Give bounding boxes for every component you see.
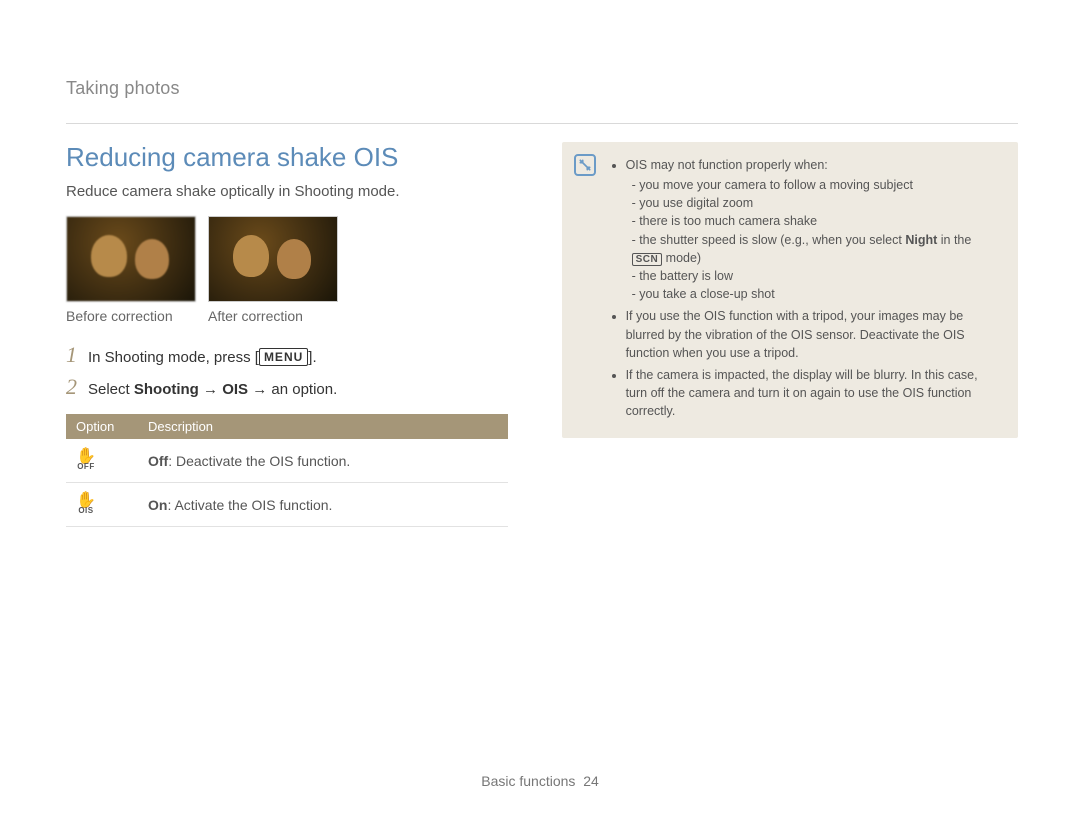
note-item: If you use the OIS function with a tripo… xyxy=(626,307,1002,361)
note-item: If the camera is impacted, the display w… xyxy=(626,366,1002,420)
step-1: 1 In Shooting mode, press [MENU]. xyxy=(66,342,508,368)
note-subitem: there is too much camera shake xyxy=(632,212,1002,230)
note-icon xyxy=(574,154,596,176)
option-desc: Off: Deactivate the OIS function. xyxy=(138,439,508,483)
table-row: ✋OFF Off: Deactivate the OIS function. xyxy=(66,439,508,483)
scn-key-icon: SCN xyxy=(632,253,663,266)
step-number: 2 xyxy=(66,374,88,400)
breadcrumb: Taking photos xyxy=(66,78,1018,99)
manual-page: Taking photos Reducing camera shake OIS … xyxy=(0,0,1080,815)
col-option: Option xyxy=(66,414,138,439)
divider xyxy=(66,123,1018,124)
footer-section: Basic functions xyxy=(481,773,575,789)
note-subitem: the shutter speed is slow (e.g., when yo… xyxy=(632,231,1002,268)
intro-text: Reduce camera shake optically in Shootin… xyxy=(66,183,508,200)
left-column: Reducing camera shake OIS Reduce camera … xyxy=(66,142,508,527)
content-columns: Reducing camera shake OIS Reduce camera … xyxy=(66,142,1018,527)
image-captions: Before correction After correction xyxy=(66,308,508,324)
menu-key-icon: MENU xyxy=(259,348,308,366)
col-description: Description xyxy=(138,414,508,439)
note-box: OIS may not function properly when: you … xyxy=(562,142,1018,438)
option-desc: On: Activate the OIS function. xyxy=(138,483,508,527)
option-icon-cell: ✋OIS xyxy=(66,483,138,527)
image-before-correction xyxy=(66,216,196,302)
step-2: 2 Select Shooting → OIS → an option. xyxy=(66,374,508,400)
step-text: In Shooting mode, press [MENU]. xyxy=(88,348,317,366)
step-text: Select Shooting → OIS → an option. xyxy=(88,381,337,398)
note-subitem: you use digital zoom xyxy=(632,194,1002,212)
instruction-steps: 1 In Shooting mode, press [MENU]. 2 Sele… xyxy=(66,342,508,400)
example-images xyxy=(66,216,508,302)
right-column: OIS may not function properly when: you … xyxy=(562,142,1018,527)
step-number: 1 xyxy=(66,342,88,368)
page-footer: Basic functions 24 xyxy=(0,773,1080,789)
ois-off-icon: ✋OFF xyxy=(76,449,96,471)
caption-before: Before correction xyxy=(66,308,196,324)
ois-on-icon: ✋OIS xyxy=(76,493,96,515)
section-heading: Reducing camera shake OIS xyxy=(66,142,508,173)
image-after-correction xyxy=(208,216,338,302)
options-table: Option Description ✋OFF Off: Deactivate … xyxy=(66,414,508,527)
table-row: ✋OIS On: Activate the OIS function. xyxy=(66,483,508,527)
note-subitem: the battery is low xyxy=(632,267,1002,285)
page-number: 24 xyxy=(583,773,599,789)
note-item: OIS may not function properly when: you … xyxy=(626,156,1002,303)
caption-after: After correction xyxy=(208,308,338,324)
option-icon-cell: ✋OFF xyxy=(66,439,138,483)
note-subitem: you take a close-up shot xyxy=(632,285,1002,303)
note-subitem: you move your camera to follow a moving … xyxy=(632,176,1002,194)
